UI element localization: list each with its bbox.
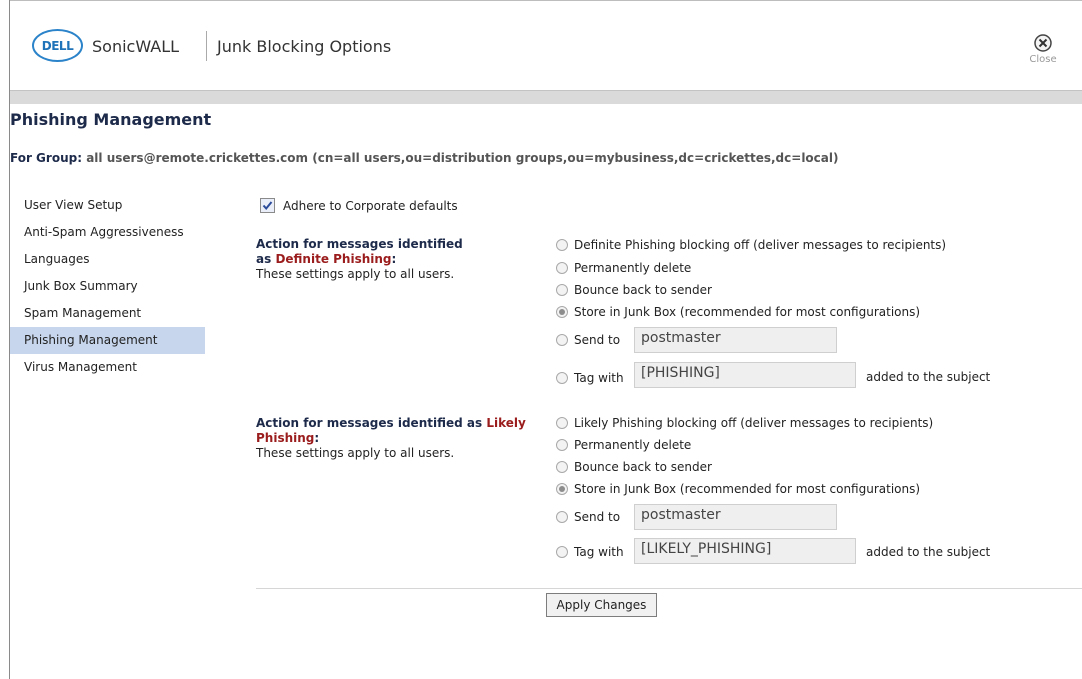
radio-button[interactable] bbox=[556, 511, 568, 523]
checkmark-icon bbox=[262, 201, 273, 211]
radio-button[interactable] bbox=[556, 461, 568, 473]
definite-tag-input[interactable]: [PHISHING] bbox=[634, 362, 856, 388]
option-label: Permanently delete bbox=[574, 438, 692, 452]
likely-note: These settings apply to all users. bbox=[256, 446, 455, 460]
definite-option-junk-box[interactable]: Store in Junk Box (recommended for most … bbox=[556, 305, 920, 319]
group-value: all users@remote.crickettes.com (cn=all … bbox=[86, 151, 839, 165]
radio-button[interactable] bbox=[556, 239, 568, 251]
sidebar-nav: User View Setup Anti-Spam Aggressiveness… bbox=[10, 192, 205, 381]
likely-option-off[interactable]: Likely Phishing blocking off (deliver me… bbox=[556, 416, 933, 430]
radio-button[interactable] bbox=[556, 439, 568, 451]
option-label: Store in Junk Box (recommended for most … bbox=[574, 482, 921, 496]
likely-tag-suffix: added to the subject bbox=[866, 545, 991, 559]
definite-option-tag-with[interactable]: Tag with bbox=[556, 371, 624, 385]
definite-option-delete[interactable]: Permanently delete bbox=[556, 261, 691, 275]
radio-button-selected[interactable] bbox=[556, 483, 568, 495]
header-divider bbox=[206, 31, 207, 61]
radio-button[interactable] bbox=[556, 417, 568, 429]
likely-heading-line1: Action for messages identified as bbox=[256, 416, 483, 430]
form-separator bbox=[256, 588, 1082, 589]
radio-button[interactable] bbox=[556, 546, 568, 558]
radio-button[interactable] bbox=[556, 262, 568, 274]
likely-heading-red-1: Likely bbox=[486, 416, 526, 430]
definite-heading-line1: Action for messages identified bbox=[256, 237, 463, 251]
corporate-defaults-checkbox[interactable] bbox=[260, 198, 275, 213]
definite-phishing-description: Action for messages identified as Defini… bbox=[256, 237, 556, 282]
corporate-defaults-label: Adhere to Corporate defaults bbox=[283, 198, 458, 213]
definite-heading-as: as bbox=[256, 252, 272, 266]
option-label: Definite Phishing blocking off (deliver … bbox=[574, 238, 947, 252]
sidebar-item-user-view-setup[interactable]: User View Setup bbox=[10, 192, 205, 219]
definite-note: These settings apply to all users. bbox=[256, 267, 455, 281]
logo-text: DELL bbox=[41, 38, 74, 53]
sidebar-item-phishing-management[interactable]: Phishing Management bbox=[10, 327, 205, 354]
likely-tag-input[interactable]: [LIKELY_PHISHING] bbox=[634, 538, 856, 564]
radio-button-selected[interactable] bbox=[556, 306, 568, 318]
radio-button[interactable] bbox=[556, 334, 568, 346]
likely-option-send-to[interactable]: Send to bbox=[556, 510, 620, 524]
option-label: Permanently delete bbox=[574, 261, 692, 275]
radio-button[interactable] bbox=[556, 372, 568, 384]
page-title: Phishing Management bbox=[10, 110, 212, 129]
option-label: Likely Phishing blocking off (deliver me… bbox=[574, 416, 934, 430]
likely-option-bounce[interactable]: Bounce back to sender bbox=[556, 460, 712, 474]
close-label: Close bbox=[1029, 54, 1057, 65]
send-to-label: Send to bbox=[574, 510, 621, 524]
likely-option-tag-with[interactable]: Tag with bbox=[556, 545, 624, 559]
likely-send-to-input[interactable]: postmaster bbox=[634, 504, 837, 530]
tag-with-label: Tag with bbox=[574, 545, 624, 559]
close-icon bbox=[1034, 34, 1052, 52]
apply-changes-button[interactable]: Apply Changes bbox=[546, 593, 657, 617]
send-to-label: Send to bbox=[574, 333, 621, 347]
sidebar-item-languages[interactable]: Languages bbox=[10, 246, 205, 273]
group-label: For Group: bbox=[10, 151, 82, 165]
definite-heading-colon: : bbox=[391, 252, 397, 266]
option-label: Bounce back to sender bbox=[574, 460, 712, 474]
close-button[interactable]: Close bbox=[1023, 34, 1063, 65]
radio-button[interactable] bbox=[556, 284, 568, 296]
group-line: For Group: all users@remote.crickettes.c… bbox=[10, 151, 838, 165]
corporate-defaults-row: Adhere to Corporate defaults bbox=[260, 198, 458, 213]
likely-heading: Action for messages identified as Likely… bbox=[256, 416, 556, 446]
likely-option-junk-box[interactable]: Store in Junk Box (recommended for most … bbox=[556, 482, 920, 496]
definite-tag-suffix: added to the subject bbox=[866, 370, 991, 384]
app-title: Junk Blocking Options bbox=[217, 37, 392, 56]
definite-heading-red: Definite Phishing bbox=[275, 252, 392, 266]
option-label: Bounce back to sender bbox=[574, 283, 712, 297]
definite-option-bounce[interactable]: Bounce back to sender bbox=[556, 283, 712, 297]
definite-option-send-to[interactable]: Send to bbox=[556, 333, 620, 347]
dell-logo: DELL bbox=[32, 29, 83, 62]
sidebar-item-spam-management[interactable]: Spam Management bbox=[10, 300, 205, 327]
likely-phishing-description: Action for messages identified as Likely… bbox=[256, 416, 556, 461]
definite-option-off[interactable]: Definite Phishing blocking off (deliver … bbox=[556, 238, 946, 252]
sidebar-item-virus-management[interactable]: Virus Management bbox=[10, 354, 205, 381]
header-separator-bar bbox=[10, 90, 1082, 104]
tag-with-label: Tag with bbox=[574, 371, 624, 385]
likely-heading-red-2: Phishing bbox=[256, 431, 315, 445]
definite-heading: Action for messages identified as Defini… bbox=[256, 237, 556, 267]
sidebar-item-anti-spam-aggressiveness[interactable]: Anti-Spam Aggressiveness bbox=[10, 219, 205, 246]
definite-send-to-input[interactable]: postmaster bbox=[634, 327, 837, 353]
option-label: Store in Junk Box (recommended for most … bbox=[574, 305, 921, 319]
likely-option-delete[interactable]: Permanently delete bbox=[556, 438, 691, 452]
likely-heading-colon: : bbox=[314, 431, 320, 445]
sidebar-item-junk-box-summary[interactable]: Junk Box Summary bbox=[10, 273, 205, 300]
brand-name: SonicWALL bbox=[92, 37, 180, 56]
